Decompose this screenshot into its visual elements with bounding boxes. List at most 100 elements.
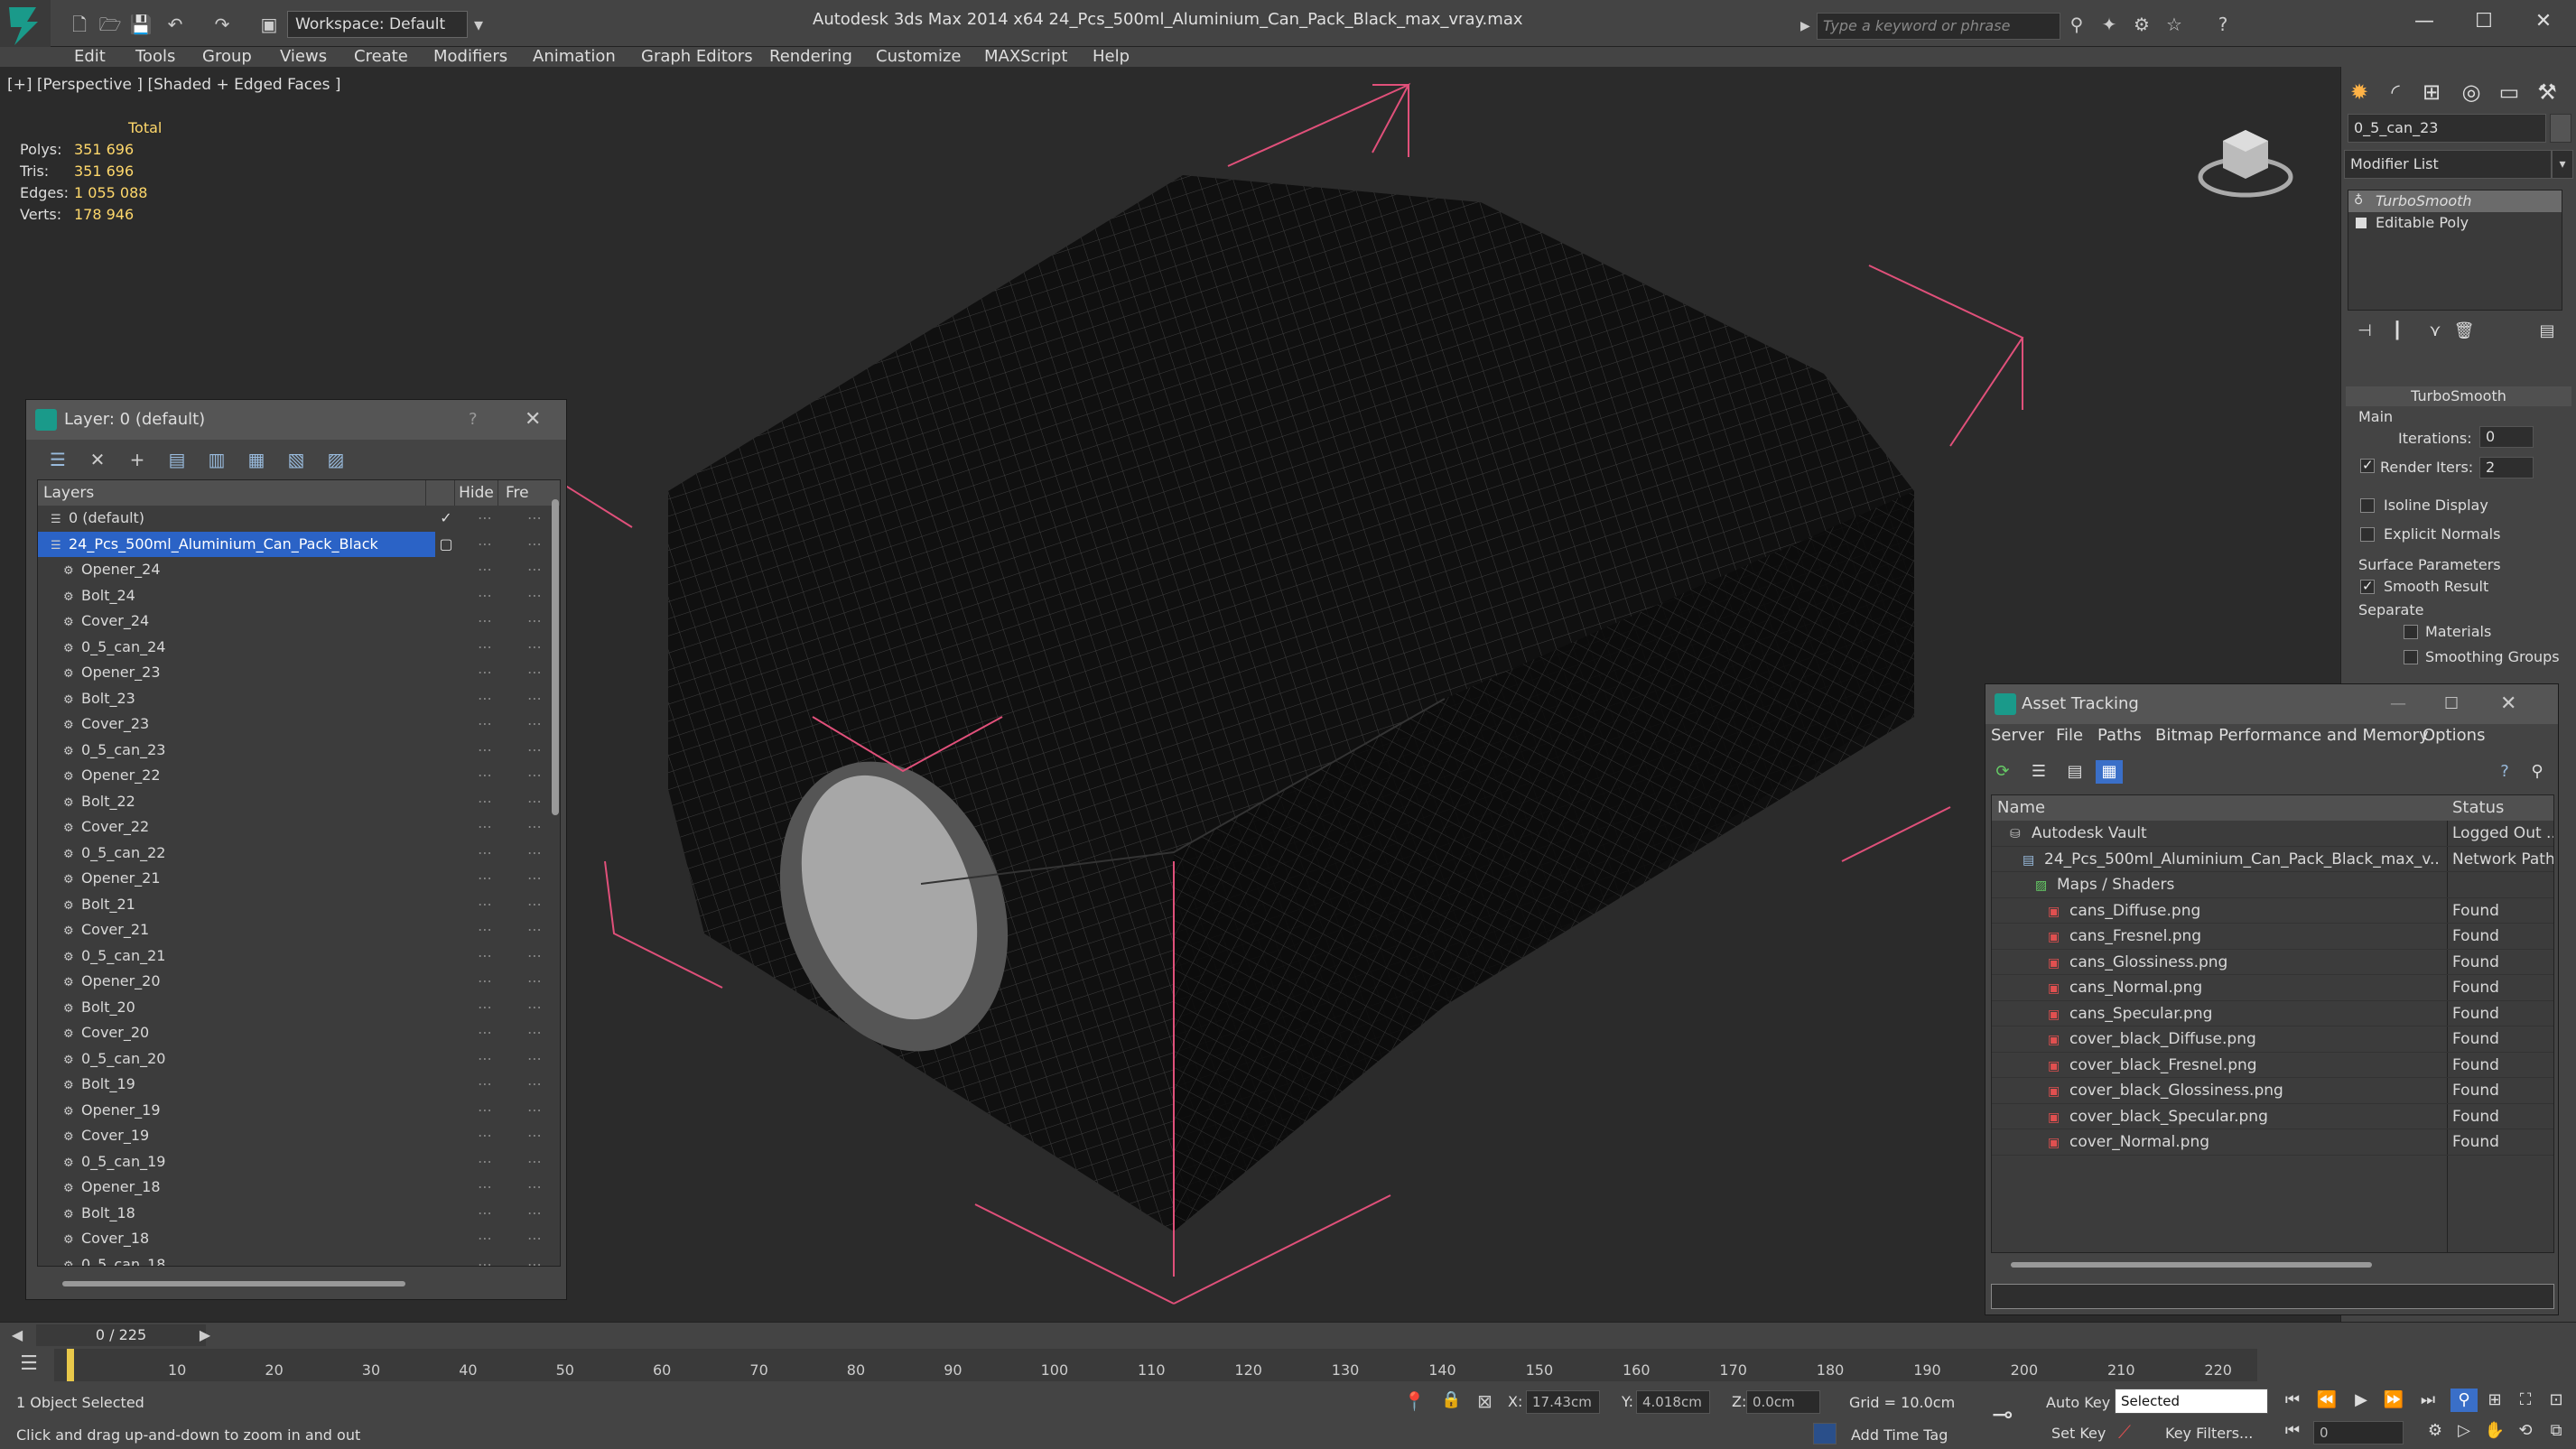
hide-toggle[interactable]: ⋯	[471, 943, 498, 970]
layer-row[interactable]: ⚙ 0_5_can_24 ⋯ ⋯	[38, 635, 560, 661]
subscription-icon[interactable]: ✦	[2097, 13, 2122, 36]
layer-row[interactable]: ⚙ 0_5_can_21 ⋯ ⋯	[38, 943, 560, 970]
freeze-toggle[interactable]: ⋯	[525, 841, 544, 867]
layer-row[interactable]: ⚙ Opener_24 ⋯ ⋯	[38, 557, 560, 583]
freeze-toggle[interactable]: ⋯	[525, 635, 544, 661]
display-tab-icon[interactable]: ▭	[2491, 76, 2527, 108]
hide-toggle[interactable]: ⋯	[471, 635, 498, 661]
time-configuration-icon[interactable]: ⚙	[2422, 1419, 2449, 1443]
go-to-end-icon[interactable]: ⏭	[2414, 1389, 2441, 1412]
refresh-icon[interactable]: ⟳	[1989, 760, 2016, 784]
materials-checkbox[interactable]	[2404, 625, 2418, 639]
freeze-toggle[interactable]: ⋯	[525, 557, 544, 583]
hide-toggle[interactable]: ⋯	[471, 1046, 498, 1073]
hide-toggle[interactable]: ⋯	[471, 1201, 498, 1227]
zoom-icon[interactable]: ⚲	[2450, 1389, 2478, 1412]
status-column-header[interactable]: Status	[2452, 795, 2504, 821]
freeze-toggle[interactable]: ⋯	[525, 943, 544, 970]
turbosmooth-rollout-header[interactable]: TurboSmooth	[2346, 386, 2571, 406]
asset-row[interactable]: ▣ cover_black_Diffuse.png Found	[1992, 1026, 2553, 1053]
configure-modifier-sets-icon[interactable]: ▤	[2534, 320, 2561, 343]
layer-row[interactable]: ⚙ Cover_20 ⋯ ⋯	[38, 1020, 560, 1046]
hide-toggle[interactable]: ⋯	[471, 583, 498, 609]
object-name-input[interactable]: 0_5_can_23	[2348, 114, 2546, 143]
minimize-icon[interactable]: —	[2402, 5, 2447, 38]
layer-row[interactable]: ⚙ Cover_19 ⋯ ⋯	[38, 1123, 560, 1149]
modifier-stack-item-turbosmooth[interactable]: ♁ TurboSmooth	[2348, 190, 2562, 212]
highlight-layer-icon[interactable]: ▥	[203, 447, 230, 472]
freeze-toggle[interactable]: ⋯	[525, 892, 544, 918]
hide-toggle[interactable]: ⋯	[471, 892, 498, 918]
freeze-toggle[interactable]: ⋯	[525, 583, 544, 609]
layer-window-help-button[interactable]: ?	[469, 400, 478, 440]
time-slider-next-icon[interactable]: ▶	[191, 1324, 219, 1346]
show-end-result-icon[interactable]: ┃	[2384, 320, 2411, 343]
hide-toggle[interactable]: ⋯	[471, 738, 498, 764]
favorites-star-icon[interactable]: ☆	[2162, 13, 2187, 36]
layer-row[interactable]: ⚙ 0_5_can_22 ⋯ ⋯	[38, 841, 560, 867]
menu-edit[interactable]: Edit	[65, 47, 115, 67]
name-column-header[interactable]: Name	[1997, 795, 2045, 821]
freeze-toggle[interactable]: ⋯	[525, 1226, 544, 1252]
layer-window-titlebar[interactable]: Layer: 0 (default) ? ✕	[26, 400, 566, 440]
delete-layer-icon[interactable]: ✕	[84, 447, 111, 472]
orbit-icon[interactable]: ⟲	[2512, 1419, 2539, 1443]
freeze-toggle[interactable]: ⋯	[525, 532, 544, 558]
search-input[interactable]: Type a keyword or phrase	[1817, 13, 2060, 40]
communication-icon[interactable]: ⚙	[2129, 13, 2154, 36]
layer-row[interactable]: ⚙ Bolt_23 ⋯ ⋯	[38, 686, 560, 712]
auto-key-button[interactable]: Auto Key	[2046, 1394, 2110, 1411]
close-icon[interactable]: ✕	[525, 400, 541, 440]
freeze-toggle[interactable]: ⋯	[525, 814, 544, 841]
lock-selection-icon[interactable]: 🔒	[1441, 1390, 1463, 1414]
freeze-toggle[interactable]: ⋯	[525, 1123, 544, 1149]
layer-row[interactable]: ⚙ Bolt_21 ⋯ ⋯	[38, 892, 560, 918]
menu-rendering[interactable]: Rendering	[760, 47, 861, 67]
hide-toggle[interactable]: ⋯	[471, 532, 498, 558]
asset-row[interactable]: ▣ cover_black_Fresnel.png Found	[1992, 1053, 2553, 1078]
key-icon[interactable]: ⊸	[1992, 1399, 2028, 1429]
highlight-icon[interactable]: ⚲	[2524, 760, 2551, 784]
menu-graph-editors[interactable]: Graph Editors	[632, 47, 762, 67]
freeze-toggle[interactable]: ⋯	[525, 763, 544, 789]
search-expand-icon[interactable]: ▶	[1800, 14, 1815, 38]
layer-row[interactable]: ⚙ Opener_20 ⋯ ⋯	[38, 969, 560, 995]
asset-row[interactable]: ▣ cans_Specular.png Found	[1992, 1001, 2553, 1026]
layer-row[interactable]: ⚙ Cover_22 ⋯ ⋯	[38, 814, 560, 841]
help-icon[interactable]: ?	[2210, 13, 2236, 36]
maximize-icon[interactable]: ☐	[2444, 684, 2459, 724]
mini-curve-editor-icon[interactable]: ☰	[9, 1352, 49, 1379]
smoothing-groups-checkbox[interactable]	[2404, 650, 2418, 664]
layer-row[interactable]: ⚙ Opener_19 ⋯ ⋯	[38, 1098, 560, 1124]
layer-row[interactable]: ⚙ Bolt_18 ⋯ ⋯	[38, 1201, 560, 1227]
layer-list-vertical-scrollbar[interactable]	[552, 499, 559, 815]
current-frame-field[interactable]: 0	[2313, 1421, 2404, 1444]
layer-row[interactable]: ⚙ Cover_21 ⋯ ⋯	[38, 917, 560, 943]
next-frame-icon[interactable]: ⏩	[2380, 1389, 2407, 1412]
hide-toggle[interactable]: ⋯	[471, 866, 498, 892]
lightbulb-icon[interactable]: ♁	[2354, 193, 2368, 208]
x-coordinate-field[interactable]: 17.43cm	[1526, 1390, 1600, 1414]
hide-column-header[interactable]: Hide	[455, 480, 498, 506]
asset-row[interactable]: ⛁ Autodesk Vault Logged Out ...	[1992, 821, 2553, 847]
hide-toggle[interactable]: ⋯	[471, 969, 498, 995]
object-color-swatch[interactable]	[2550, 114, 2571, 143]
freeze-all-icon[interactable]: ▧	[283, 447, 310, 472]
asset-menu-file[interactable]: File	[2056, 726, 2083, 745]
previous-frame-icon[interactable]: ⏪	[2313, 1389, 2340, 1412]
asset-menu-bitmap-performance[interactable]: Bitmap Performance and Memory	[2155, 726, 2429, 745]
hide-toggle[interactable]: ⋯	[471, 917, 498, 943]
freeze-toggle[interactable]: ⋯	[525, 1252, 544, 1267]
app-menu-button[interactable]	[0, 0, 51, 54]
motion-tab-icon[interactable]: ◎	[2453, 76, 2489, 108]
asset-row[interactable]: ▣ cover_black_Specular.png Found	[1992, 1104, 2553, 1129]
layer-row[interactable]: ⚙ 0_5_can_20 ⋯ ⋯	[38, 1046, 560, 1073]
hide-toggle[interactable]: ⋯	[471, 789, 498, 815]
freeze-toggle[interactable]: ⋯	[525, 686, 544, 712]
freeze-toggle[interactable]: ⋯	[525, 789, 544, 815]
freeze-toggle[interactable]: ⋯	[525, 1201, 544, 1227]
smooth-result-checkbox[interactable]	[2360, 578, 2375, 594]
undo-icon[interactable]: ↶	[163, 13, 188, 36]
create-layer-icon[interactable]: ☰	[44, 447, 71, 472]
zoom-all-icon[interactable]: ⊞	[2481, 1389, 2508, 1412]
